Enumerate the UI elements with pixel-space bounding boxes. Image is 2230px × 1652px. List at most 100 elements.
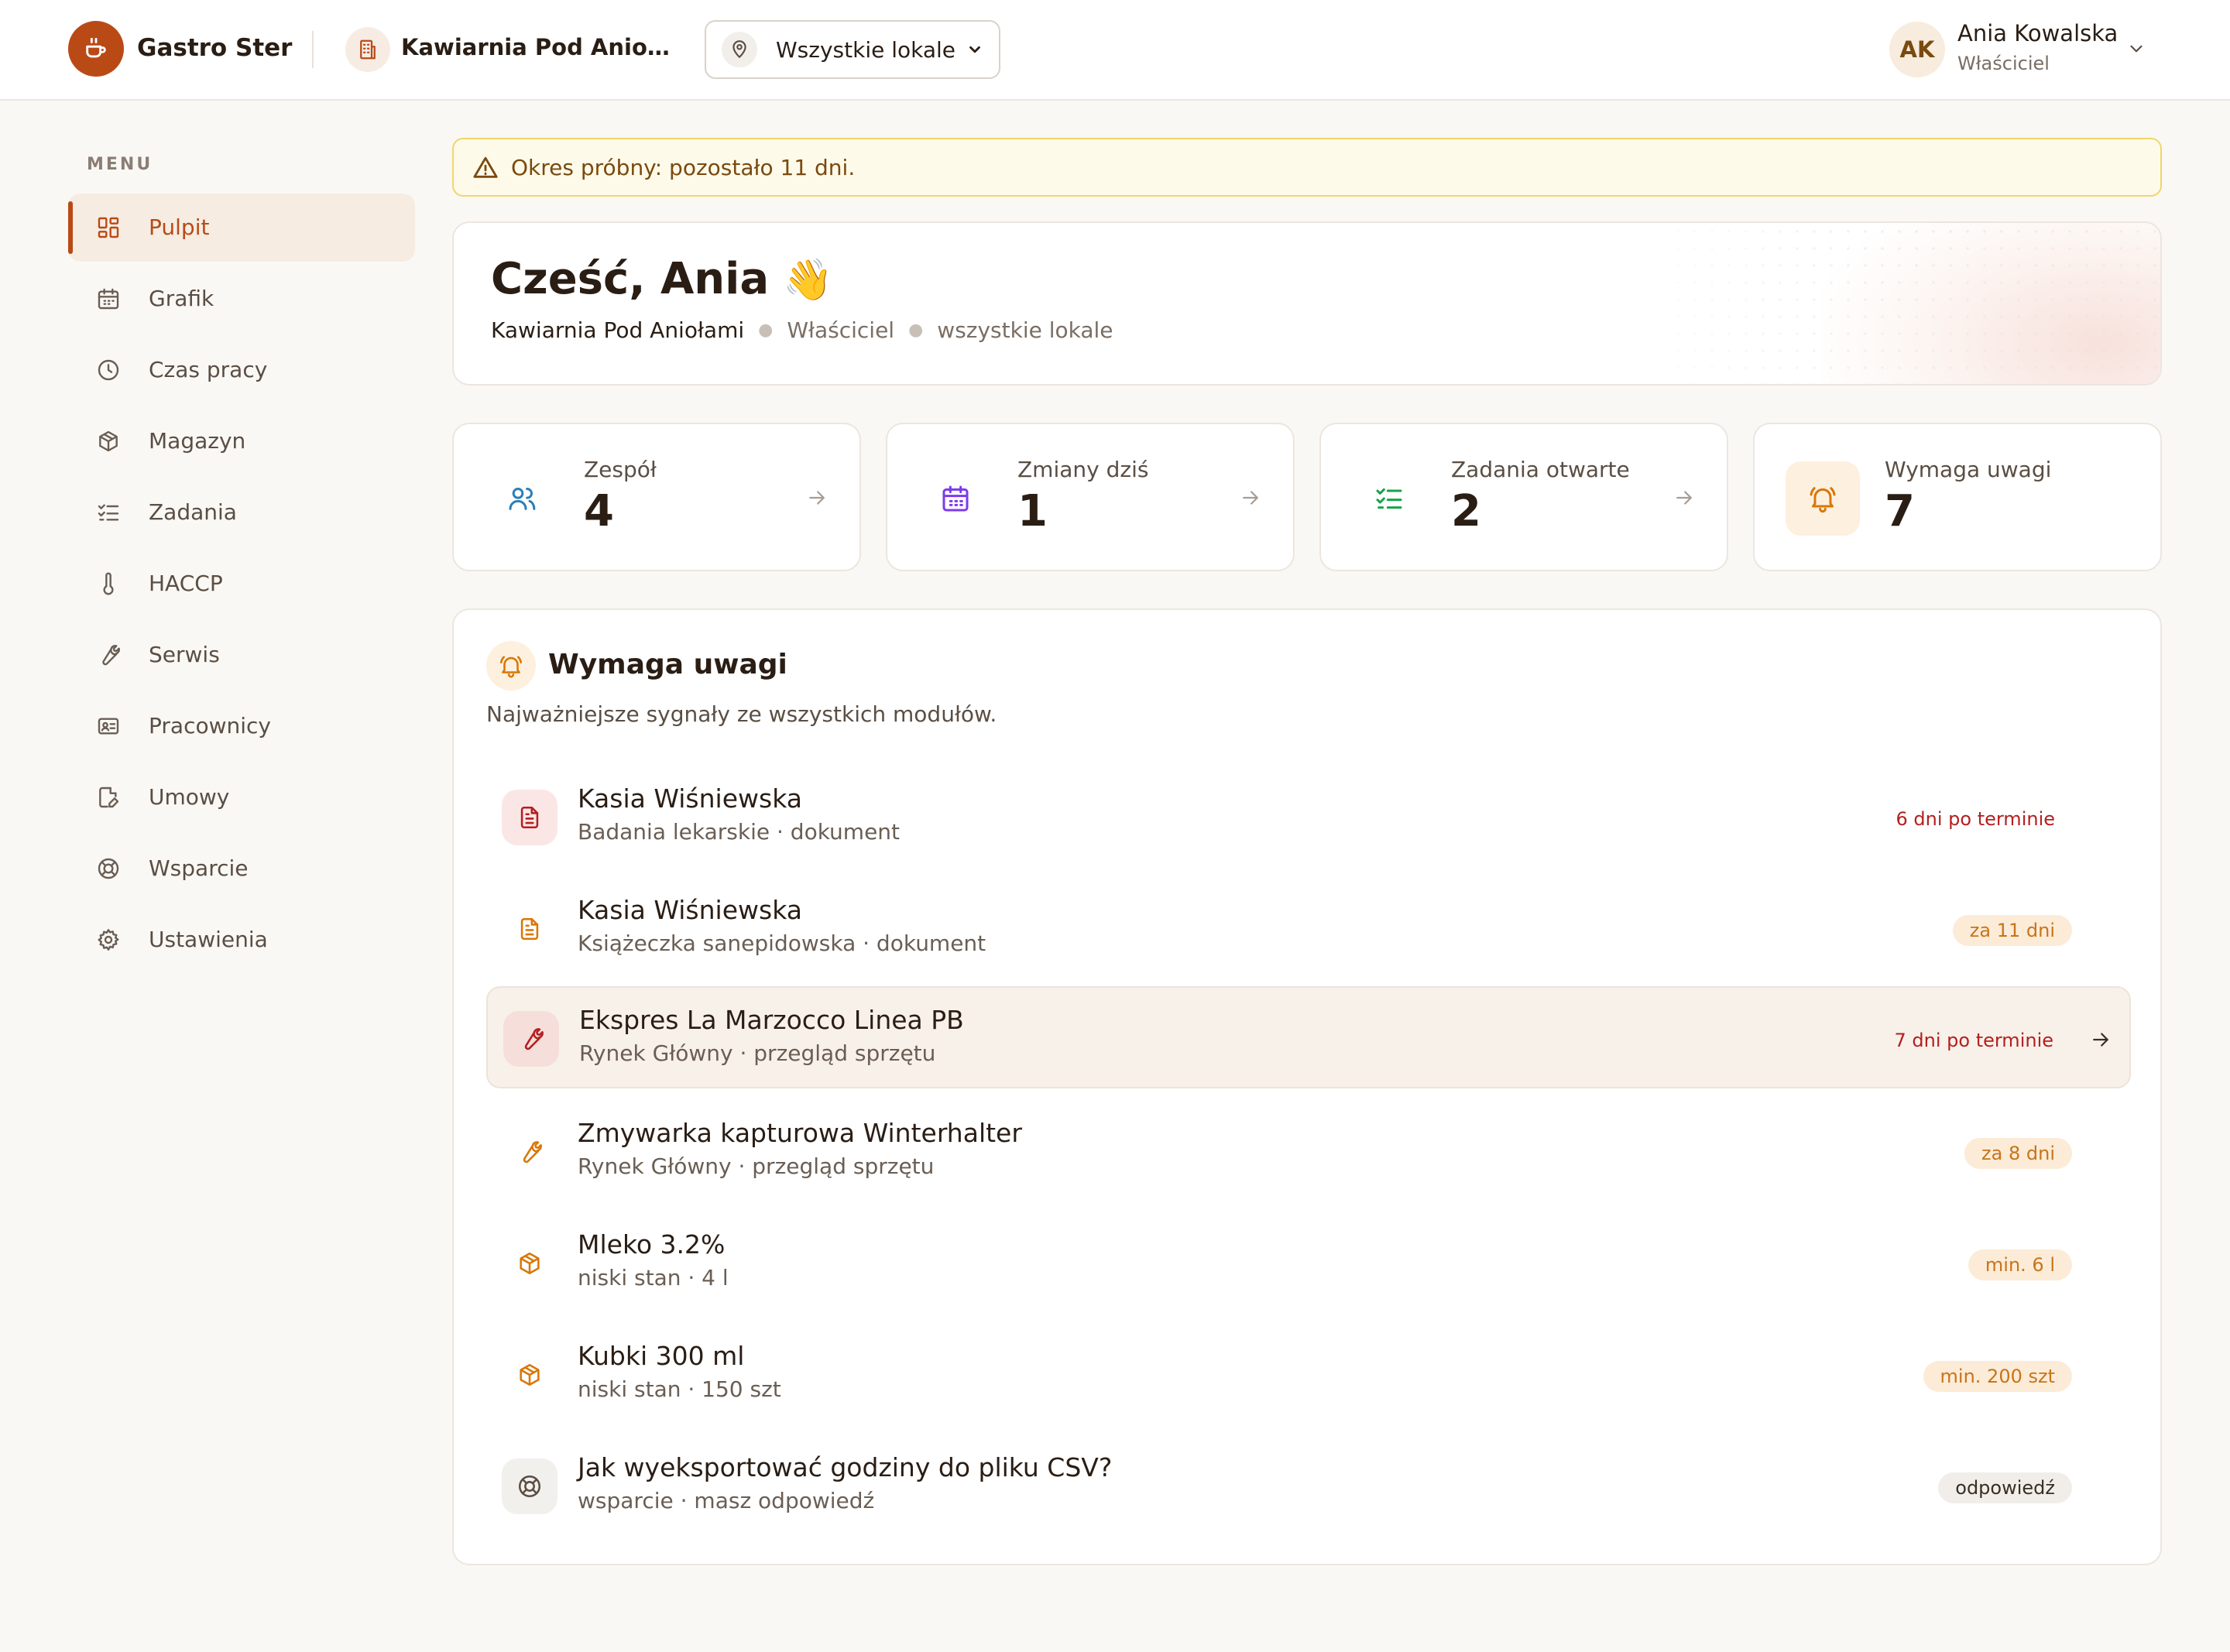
stat-value: 1 <box>1017 486 1048 536</box>
stat-card-shifts-today[interactable]: Zmiany dziś 1 <box>886 423 1295 571</box>
sidebar-item-haccp[interactable]: HACCP <box>68 550 415 618</box>
warning-icon <box>472 155 499 184</box>
separator-dot: ● <box>908 320 924 340</box>
wrench-icon <box>503 1011 559 1067</box>
attention-item-subtitle: Badania lekarskie · dokument <box>578 819 901 845</box>
sidebar-item-label: Pracownicy <box>149 713 271 739</box>
gear-icon <box>94 926 122 954</box>
attention-item[interactable]: Mleko 3.2% niski stan · 4 l min. 6 l <box>486 1212 2131 1314</box>
avatar[interactable]: AK <box>1889 22 1945 77</box>
attention-item-subtitle: Rynek Główny · przegląd sprzętu <box>578 1153 935 1179</box>
user-menu-chevron-icon[interactable] <box>2126 39 2146 62</box>
arrow-right-icon <box>1672 486 1696 512</box>
clock-icon <box>94 356 122 384</box>
document-icon <box>502 790 558 845</box>
attention-item[interactable]: Kubki 300 ml niski stan · 150 szt min. 2… <box>486 1324 2131 1426</box>
sidebar-item-pracownicy[interactable]: Pracownicy <box>68 692 415 760</box>
status-badge: za 8 dni <box>1964 1138 2072 1169</box>
user-name[interactable]: Ania Kowalska <box>1957 20 2118 46</box>
arrow-right-icon <box>1239 486 1262 512</box>
greeting-scope: wszystkie lokale <box>937 317 1113 343</box>
lifebuoy-icon <box>94 855 122 883</box>
sidebar-item-label: HACCP <box>149 571 223 596</box>
dashboard-icon <box>94 214 122 242</box>
sidebar-item-serwis[interactable]: Serwis <box>68 621 415 689</box>
attention-item-title: Mleko 3.2% <box>578 1229 726 1260</box>
box-icon <box>502 1347 558 1403</box>
business-name[interactable]: Kawiarnia Pod Aniołami <box>401 34 672 60</box>
building-icon <box>360 39 376 60</box>
brand-logo[interactable] <box>68 21 124 77</box>
sidebar-item-wsparcie[interactable]: Wsparcie <box>68 835 415 903</box>
waving-hand-icon: 👋 <box>783 257 833 303</box>
trial-banner: Okres próbny: pozostało 11 dni. <box>452 138 2162 197</box>
calendar-icon <box>94 285 122 313</box>
sidebar-item-umowy[interactable]: Umowy <box>68 763 415 831</box>
bell-icon <box>1786 461 1860 536</box>
sidebar-item-label: Pulpit <box>149 214 210 240</box>
sidebar-menu-title: MENU <box>87 155 153 174</box>
attention-item-title: Jak wyeksportować godziny do pliku CSV? <box>578 1452 1113 1482</box>
stat-label: Zadania otwarte <box>1451 457 1630 482</box>
calendar-icon <box>918 461 993 536</box>
stat-value: 7 <box>1885 486 1915 536</box>
attention-item-title: Ekspres La Marzocco Linea PB <box>579 1005 964 1035</box>
header-divider <box>312 31 314 68</box>
attention-item[interactable]: Ekspres La Marzocco Linea PB Rynek Główn… <box>486 986 2131 1088</box>
thermometer-icon <box>94 570 122 598</box>
panel-title: Wymaga uwagi <box>548 649 787 680</box>
stat-card-team[interactable]: Zespół 4 <box>452 423 861 571</box>
arrow-right-icon <box>805 486 829 512</box>
sidebar-item-label: Magazyn <box>149 428 246 454</box>
attention-item[interactable]: Kasia Wiśniewska Książeczka sanepidowska… <box>486 878 2131 980</box>
greeting-glow <box>1820 223 2160 384</box>
status-badge: za 11 dni <box>1952 915 2072 946</box>
id-card-icon <box>94 712 122 740</box>
attention-item-subtitle: wsparcie · masz odpowiedź <box>578 1488 875 1513</box>
sidebar-item-grafik[interactable]: Grafik <box>68 265 415 333</box>
attention-item-subtitle: niski stan · 150 szt <box>578 1376 781 1402</box>
sidebar-item-czas-pracy[interactable]: Czas pracy <box>68 336 415 404</box>
sidebar-item-label: Czas pracy <box>149 357 268 382</box>
greeting-card: Cześć, Ania 👋 Kawiarnia Pod Aniołami ● Wł… <box>452 221 2162 386</box>
checklist-icon <box>94 499 122 526</box>
coffee-cup-icon <box>86 37 106 58</box>
status-badge: 7 dni po terminie <box>1894 1030 2054 1051</box>
box-icon <box>94 427 122 455</box>
brand-name: Gastro Ster <box>137 34 293 62</box>
attention-item-subtitle: Rynek Główny · przegląd sprzętu <box>579 1040 936 1066</box>
greeting-role: Właściciel <box>787 317 895 343</box>
sidebar-item-magazyn[interactable]: Magazyn <box>68 407 415 475</box>
attention-item[interactable]: Jak wyeksportować godziny do pliku CSV? … <box>486 1435 2131 1537</box>
status-badge: min. 200 szt <box>1923 1361 2072 1392</box>
attention-panel: Wymaga uwagi Najważniejsze sygnały ze ws… <box>452 608 2162 1565</box>
attention-item-title: Zmywarka kapturowa Winterhalter <box>578 1118 1022 1148</box>
stat-card-open-tasks[interactable]: Zadania otwarte 2 <box>1319 423 1728 571</box>
attention-item[interactable]: Zmywarka kapturowa Winterhalter Rynek Gł… <box>486 1101 2131 1203</box>
attention-item-subtitle: Książeczka sanepidowska · dokument <box>578 931 986 956</box>
location-select[interactable]: Wszystkie lokale <box>705 20 1000 79</box>
stat-value: 2 <box>1451 486 1481 536</box>
map-pin-icon <box>722 32 757 67</box>
sidebar-item-label: Serwis <box>149 642 220 667</box>
stat-card-attention[interactable]: Wymaga uwagi 7 <box>1753 423 2162 571</box>
attention-item-subtitle: niski stan · 4 l <box>578 1265 729 1290</box>
users-icon <box>485 461 559 536</box>
sidebar-item-label: Grafik <box>149 286 214 311</box>
stat-label: Wymaga uwagi <box>1885 457 2052 482</box>
checklist-icon <box>1352 461 1426 536</box>
sidebar-item-ustawienia[interactable]: Ustawienia <box>68 906 415 974</box>
status-badge: odpowiedź <box>1938 1472 2072 1503</box>
arrow-right-icon[interactable] <box>2089 1028 2112 1054</box>
wrench-icon <box>94 641 122 669</box>
attention-item[interactable]: Kasia Wiśniewska Badania lekarskie · dok… <box>486 766 2131 869</box>
greeting-meta: Kawiarnia Pod Aniołami ● Właściciel ● ws… <box>491 317 1113 343</box>
sidebar-item-pulpit[interactable]: Pulpit <box>68 194 415 262</box>
greeting-title: Cześć, Ania 👋 <box>491 254 833 304</box>
top-bar: Gastro Ster Kawiarnia Pod Aniołami Wszys… <box>0 0 2230 101</box>
sidebar-item-label: Umowy <box>149 784 230 810</box>
wrench-icon <box>502 1124 558 1180</box>
sidebar-item-zadania[interactable]: Zadania <box>68 478 415 547</box>
location-select-value: Wszystkie lokale <box>776 36 956 63</box>
box-icon <box>502 1236 558 1291</box>
